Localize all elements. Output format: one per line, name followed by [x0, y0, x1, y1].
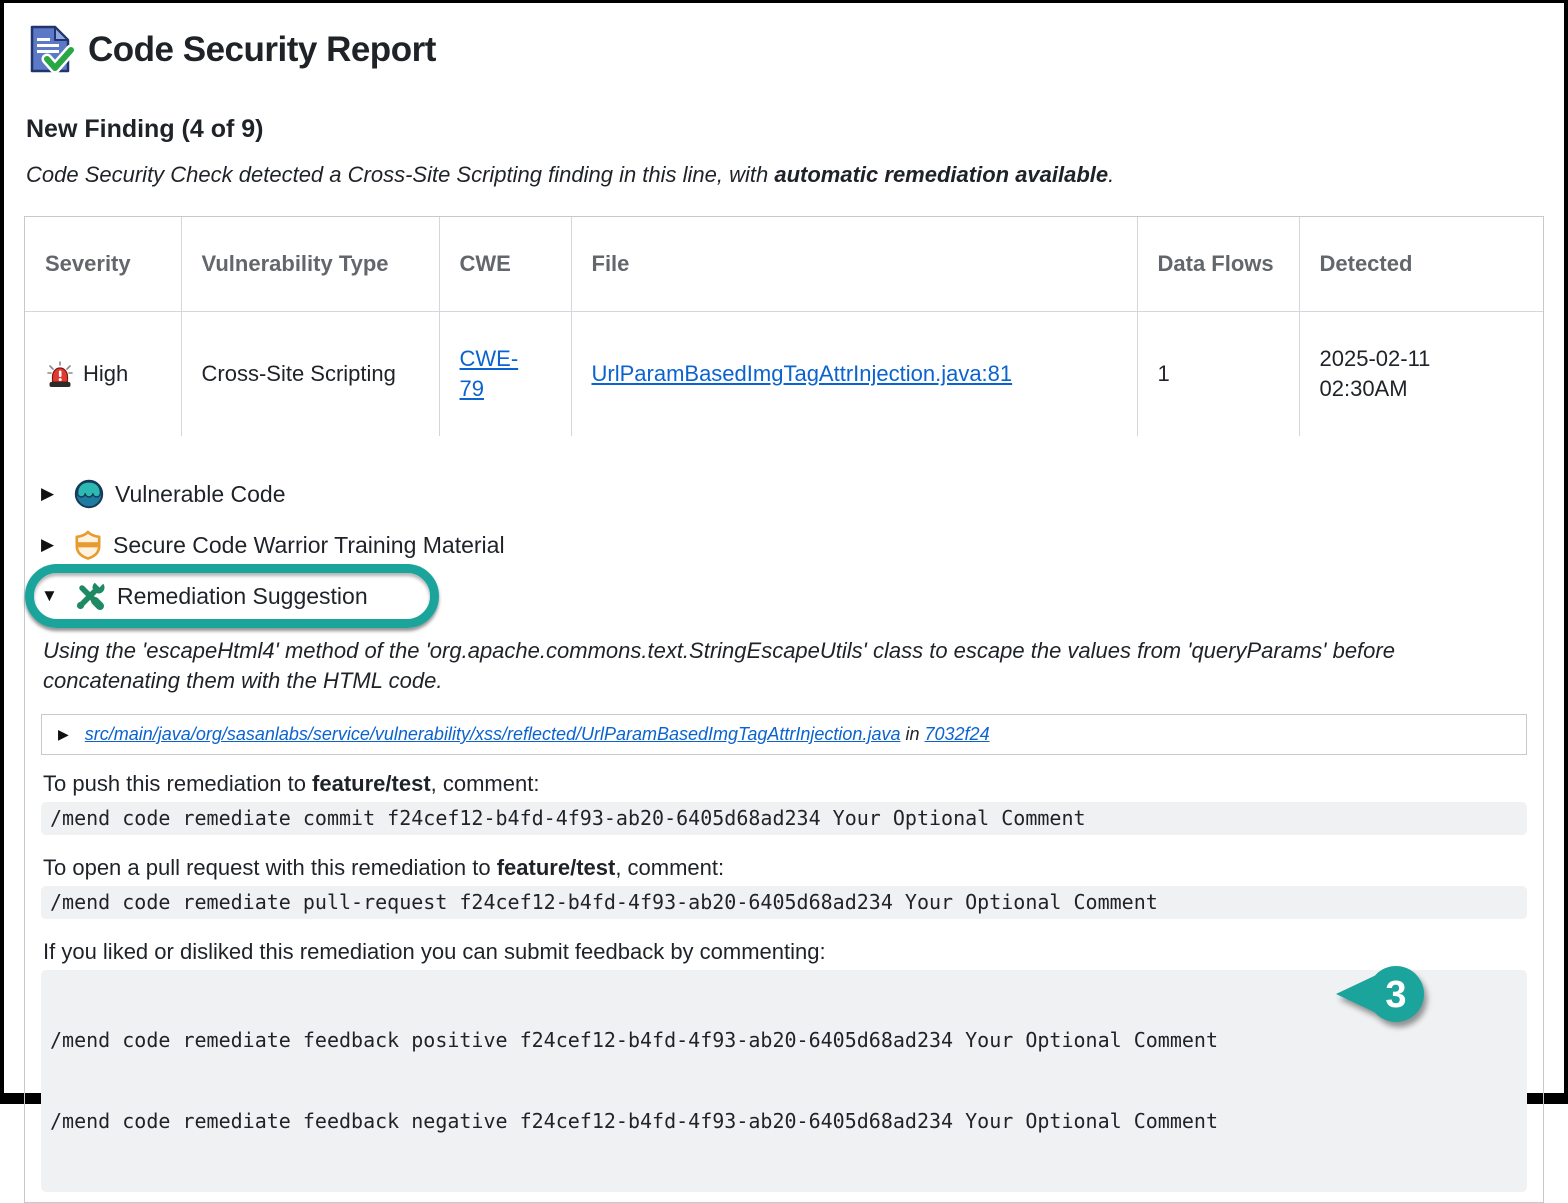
detected-cell: 2025-02-11 02:30AM: [1299, 312, 1543, 437]
vulnerable-code-icon: [74, 479, 104, 509]
file-link[interactable]: UrlParamBasedImgTagAttrInjection.java:81: [592, 361, 1013, 386]
page-title-text: Code Security Report: [88, 30, 436, 70]
shield-icon: [74, 529, 102, 561]
pr-instruction-text: To open a pull request with this remedia…: [43, 855, 497, 880]
report-check-icon: [28, 25, 74, 75]
diff-file-line: src/main/java/org/sasanlabs/service/vuln…: [85, 724, 990, 745]
tools-icon: [74, 580, 106, 612]
finding-intro: Code Security Check detected a Cross-Sit…: [26, 162, 1544, 188]
feedback-instruction: If you liked or disliked this remediatio…: [43, 939, 1527, 965]
severity-cell: High: [45, 359, 161, 389]
push-command-code: /mend code remediate commit f24cef12-b4f…: [41, 802, 1527, 835]
severity-value: High: [83, 359, 128, 389]
section-remediation-suggestion[interactable]: ▼ Remediation Suggestion: [41, 580, 378, 612]
collapsed-triangle-icon: ▶: [58, 726, 69, 743]
diff-file-link[interactable]: src/main/java/org/sasanlabs/service/vuln…: [85, 724, 901, 744]
expanded-triangle-icon: ▼: [41, 586, 63, 606]
col-header-data-flows: Data Flows: [1137, 217, 1299, 312]
push-instruction: To push this remediation to feature/test…: [43, 771, 1527, 797]
cwe-link[interactable]: CWE-79: [460, 344, 526, 404]
finding-heading: New Finding (4 of 9): [26, 115, 1544, 144]
vulnerability-type-cell: Cross-Site Scripting: [181, 312, 439, 437]
feedback-positive-command: /mend code remediate feedback positive f…: [50, 1027, 1518, 1054]
pr-instruction-suffix: , comment:: [615, 855, 724, 880]
remediation-description: Using the 'escapeHtml4' method of the 'o…: [43, 636, 1513, 696]
push-branch-name: feature/test: [312, 771, 431, 796]
feedback-commands-code: /mend code remediate feedback positive f…: [41, 970, 1527, 1192]
findings-table: Severity Vulnerability Type CWE File Dat…: [25, 217, 1543, 436]
annotation-arrow-3: 3: [1335, 964, 1427, 1024]
col-header-file: File: [571, 217, 1137, 312]
intro-text: Code Security Check detected a Cross-Sit…: [26, 162, 774, 187]
pr-branch-name: feature/test: [497, 855, 616, 880]
push-instruction-text: To push this remediation to: [43, 771, 312, 796]
col-header-cwe: CWE: [439, 217, 571, 312]
section-label: Secure Code Warrior Training Material: [113, 532, 505, 559]
col-header-severity: Severity: [25, 217, 181, 312]
diff-commit-link[interactable]: 7032f24: [925, 724, 990, 744]
intro-period: .: [1108, 162, 1114, 187]
table-header-row: Severity Vulnerability Type CWE File Dat…: [25, 217, 1543, 312]
collapsed-triangle-icon: ▶: [41, 484, 63, 504]
data-flows-cell: 1: [1137, 312, 1299, 437]
section-label: Vulnerable Code: [115, 481, 286, 508]
collapsible-sections: ▶ Vulnerable Code ▶ Secure Code Warrior …: [41, 478, 1527, 612]
collapsed-triangle-icon: ▶: [41, 535, 63, 555]
intro-bold-text: automatic remediation available: [774, 162, 1108, 187]
report-body: ▶ Vulnerable Code ▶ Secure Code Warrior …: [25, 478, 1543, 1202]
col-header-vulnerability-type: Vulnerability Type: [181, 217, 439, 312]
section-training-material[interactable]: ▶ Secure Code Warrior Training Material: [41, 529, 515, 561]
diff-in-text: in: [905, 724, 919, 744]
diff-file-summary[interactable]: ▶ src/main/java/org/sasanlabs/service/vu…: [41, 714, 1527, 755]
table-row: High Cross-Site Scripting CWE-79 UrlPara…: [25, 312, 1543, 437]
page-title: Code Security Report: [28, 25, 1544, 75]
feedback-command-block: /mend code remediate feedback positive f…: [41, 970, 1527, 1192]
push-instruction-suffix: , comment:: [431, 771, 540, 796]
annotation-step-number: 3: [1385, 974, 1406, 1016]
pr-command-code: /mend code remediate pull-request f24cef…: [41, 886, 1527, 919]
report-container: Severity Vulnerability Type CWE File Dat…: [24, 216, 1544, 1203]
section-vulnerable-code[interactable]: ▶ Vulnerable Code: [41, 478, 296, 510]
siren-icon: [45, 359, 75, 389]
code-security-report-page: Code Security Report New Finding (4 of 9…: [4, 25, 1564, 1203]
col-header-detected: Detected: [1299, 217, 1543, 312]
pr-instruction: To open a pull request with this remedia…: [43, 855, 1527, 881]
section-label: Remediation Suggestion: [117, 583, 368, 610]
feedback-negative-command: /mend code remediate feedback negative f…: [50, 1108, 1518, 1135]
